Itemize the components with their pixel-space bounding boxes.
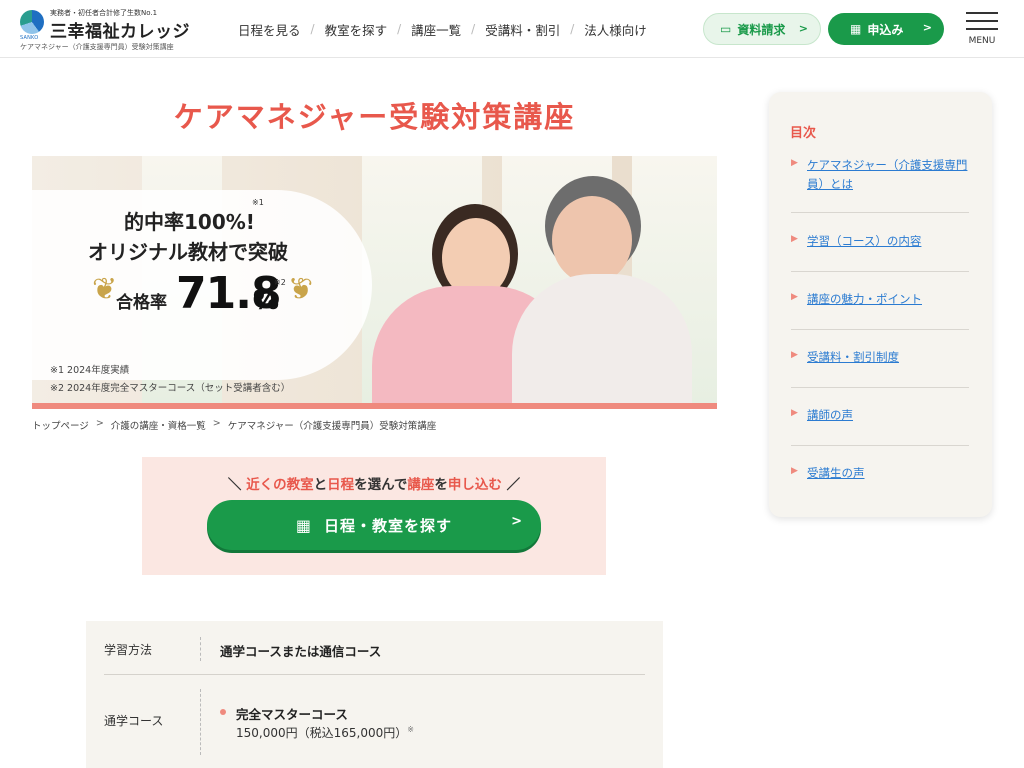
toc-title: 目次 xyxy=(790,126,817,141)
toc-item-appeal-points[interactable]: ▶ 講座の魅力・ポイント xyxy=(791,290,969,330)
toc-link[interactable]: 講師の声 xyxy=(807,406,972,425)
nav-item-fees[interactable]: 受講料・割引 xyxy=(485,20,560,39)
pass-rate-unit: % xyxy=(253,286,280,316)
find-schedule-classroom-button[interactable]: ▦ 日程・教室を探す > xyxy=(207,500,541,550)
breadcrumb: トップページ > 介護の講座・資格一覧 > ケアマネジャー（介護支援専門員）受験… xyxy=(32,418,436,432)
logo-mark-text: SANKO xyxy=(20,35,39,41)
breadcrumb-item-top[interactable]: トップページ xyxy=(32,418,89,432)
hamburger-icon xyxy=(966,12,998,14)
document-request-button[interactable]: ▭ 資料請求 > xyxy=(703,13,821,45)
laurel-right-icon: ❦ xyxy=(288,272,314,307)
study-method-label: 学習方法 xyxy=(104,643,153,657)
row-divider xyxy=(104,674,645,675)
toc-link[interactable]: 受講生の声 xyxy=(807,464,972,483)
menu-button[interactable]: MENU xyxy=(964,12,1000,48)
nav-separator: / xyxy=(310,22,315,36)
calendar-icon: ▦ xyxy=(295,515,313,535)
hero-headline-2: オリジナル教材で突破 xyxy=(88,240,288,264)
hamburger-icon xyxy=(966,20,998,22)
nav-item-courses[interactable]: 講座一覧 xyxy=(411,20,461,39)
cta-panel: ＼ 近くの教室と日程を選んで講座を申し込む ／ ▦ 日程・教室を探す > xyxy=(142,457,606,575)
cta-lead-highlight: 講座 xyxy=(407,477,435,493)
course-price-note: ※ xyxy=(407,725,414,734)
hero-note-mark-2: ※2 xyxy=(274,278,286,287)
nav-item-classroom[interactable]: 教室を探す xyxy=(325,20,388,39)
toc-item-student-voice[interactable]: ▶ 受講生の声 xyxy=(791,464,969,494)
pass-rate-label: 合格率 xyxy=(116,293,167,313)
logo-name: 三幸福祉カレッジ xyxy=(50,22,190,42)
cta-lead-text: ＼ 近くの教室と日程を選んで講座を申し込む ／ xyxy=(142,473,606,493)
cta-lead-text-part: を xyxy=(434,477,448,493)
breadcrumb-separator: > xyxy=(212,418,221,429)
nav-item-corporate[interactable]: 法人様向け xyxy=(584,20,647,39)
triangle-right-icon: ▶ xyxy=(791,234,798,244)
logo-mark-icon xyxy=(20,10,44,34)
toc-link[interactable]: ケアマネジャー（介護支援専門員）とは xyxy=(807,156,972,194)
course-info-table: 学習方法 通学コースまたは通信コース 通学コース 完全マスターコース 150,0… xyxy=(86,621,663,768)
hero-banner: 的中率100%! ※1 オリジナル教材で突破 ❦ 合格率 71.8 % ※2 ❦… xyxy=(32,156,717,409)
apply-button[interactable]: ▦ 申込み > xyxy=(828,13,944,45)
document-request-label: 資料請求 xyxy=(737,22,786,37)
site-header: SANKO 実務者・初任者合計修了生数No.1 三幸福祉カレッジ ケアマネジャー… xyxy=(0,0,1024,58)
toc-link[interactable]: 講座の魅力・ポイント xyxy=(807,290,972,309)
study-method-value: 通学コースまたは通信コース xyxy=(220,644,382,659)
triangle-right-icon: ▶ xyxy=(791,292,798,302)
chevron-right-icon: > xyxy=(922,21,932,34)
breadcrumb-item-courses[interactable]: 介護の講座・資格一覧 xyxy=(111,418,206,432)
course-price: 150,000円（税込165,000円）※ xyxy=(236,724,414,741)
course-price-text: 150,000円（税込165,000円） xyxy=(236,726,408,740)
nav-separator: / xyxy=(471,22,476,36)
cta-lead-open: ＼ xyxy=(227,477,242,493)
global-nav: 日程を見る / 教室を探す / 講座一覧 / 受講料・割引 / 法人様向け xyxy=(238,20,647,38)
laurel-left-icon: ❦ xyxy=(92,272,118,307)
chevron-right-icon: > xyxy=(798,22,808,35)
toc-item-instructor-voice[interactable]: ▶ 講師の声 xyxy=(791,406,969,446)
cta-lead-highlight: 近くの教室 xyxy=(246,477,314,493)
elder-face xyxy=(552,196,632,284)
toc-item-course-content[interactable]: ▶ 学習（コース）の内容 xyxy=(791,232,969,272)
page-title: ケアマネジャー受験対策講座 xyxy=(173,100,576,134)
hero-accent-bar xyxy=(32,403,717,409)
column-divider xyxy=(200,637,201,661)
hero-headline-1: 的中率100%! xyxy=(124,210,255,234)
logo-subtitle: ケアマネジャー（介護支援専門員）受験対策講座 xyxy=(20,43,174,51)
find-schedule-classroom-label: 日程・教室を探す xyxy=(324,516,453,535)
hero-footnote-2: ※2 2024年度完全マスターコース（セット受講者含む） xyxy=(50,383,291,394)
table-of-contents: 目次 ▶ ケアマネジャー（介護支援専門員）とは ▶ 学習（コース）の内容 ▶ 講… xyxy=(769,92,992,517)
toc-link[interactable]: 受講料・割引制度 xyxy=(807,348,972,367)
hamburger-icon xyxy=(966,28,998,30)
hero-footnote-1: ※1 2024年度実績 xyxy=(50,365,130,376)
nav-separator: / xyxy=(570,22,575,36)
menu-label: MENU xyxy=(968,36,996,46)
elder-body xyxy=(512,274,692,409)
triangle-right-icon: ▶ xyxy=(791,350,798,360)
apply-label: 申込み xyxy=(867,22,904,37)
cta-lead-highlight: 日程 xyxy=(327,477,355,493)
triangle-right-icon: ▶ xyxy=(791,408,798,418)
nav-separator: / xyxy=(397,22,402,36)
cta-lead-text-part: を選んで xyxy=(354,477,408,493)
cta-lead-text-part: と xyxy=(313,477,328,493)
toc-item-what-is-care-manager[interactable]: ▶ ケアマネジャー（介護支援専門員）とは xyxy=(791,156,969,213)
breadcrumb-item-current: ケアマネジャー（介護支援専門員）受験対策講座 xyxy=(227,421,437,432)
chevron-right-icon: > xyxy=(511,514,523,529)
cta-lead-close: ／ xyxy=(506,477,521,493)
course-name: 完全マスターコース xyxy=(236,707,348,722)
breadcrumb-separator: > xyxy=(95,418,104,429)
column-divider xyxy=(200,689,201,755)
toc-item-fees-discounts[interactable]: ▶ 受講料・割引制度 xyxy=(791,348,969,388)
calendar-icon: ▦ xyxy=(850,22,862,36)
bullet-dot xyxy=(220,709,226,715)
toc-link[interactable]: 学習（コース）の内容 xyxy=(807,232,972,251)
classroom-course-label: 通学コース xyxy=(104,714,164,728)
nav-item-schedule[interactable]: 日程を見る xyxy=(238,20,301,39)
cta-lead-highlight: 申し込む xyxy=(447,477,502,493)
document-icon: ▭ xyxy=(720,22,732,36)
hero-note-mark-1: ※1 xyxy=(252,198,264,207)
triangle-right-icon: ▶ xyxy=(791,466,798,476)
site-logo[interactable]: SANKO 実務者・初任者合計修了生数No.1 三幸福祉カレッジ ケアマネジャー… xyxy=(20,8,220,52)
triangle-right-icon: ▶ xyxy=(791,158,798,168)
